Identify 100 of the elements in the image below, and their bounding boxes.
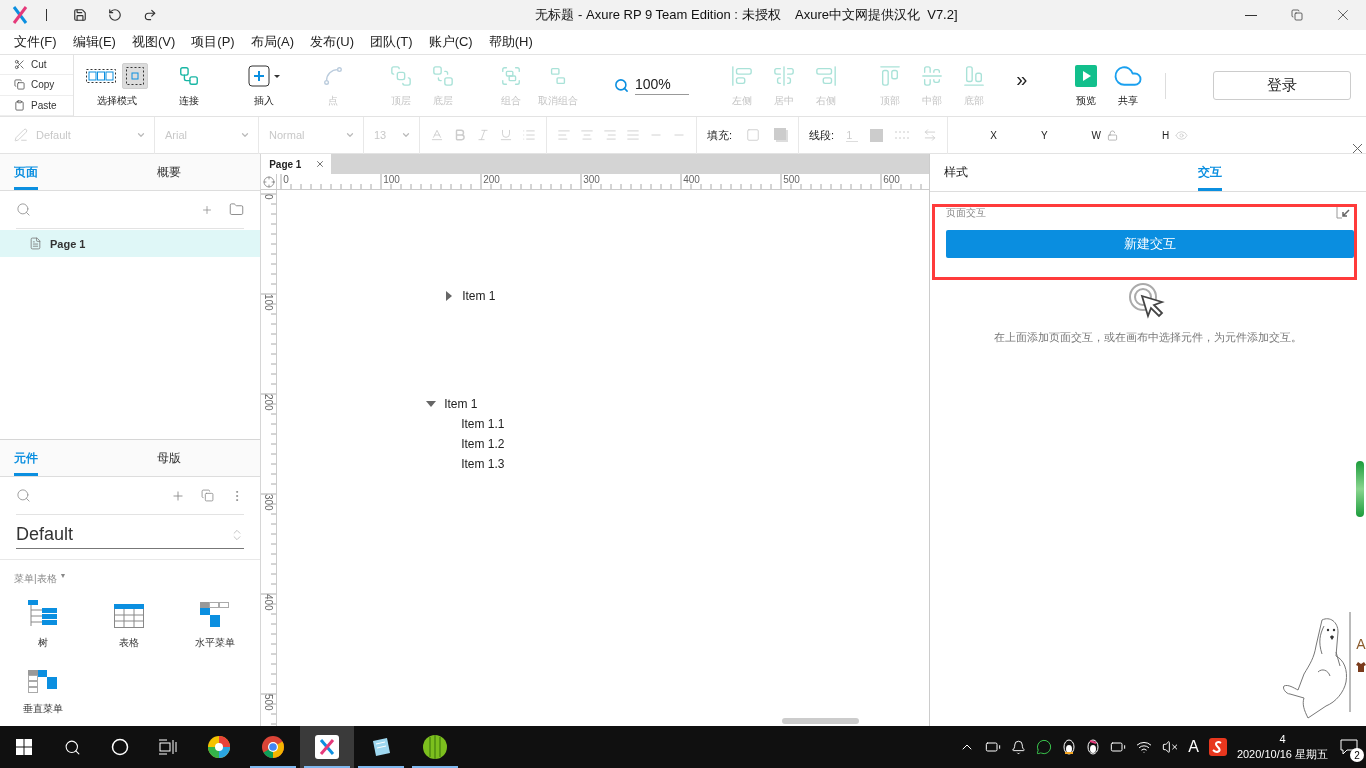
search-icon (63, 738, 81, 756)
menu-item[interactable]: 团队(T) (362, 33, 421, 51)
empty-hint: 在上面添加页面交互，或在画布中选择元件，为元件添加交互。 (993, 330, 1303, 345)
expanded-caret-icon[interactable] (426, 399, 437, 409)
copy-icon (14, 79, 25, 91)
bold-icon (453, 128, 467, 142)
menu-item[interactable]: 视图(V) (123, 33, 184, 51)
windows-logo-icon (16, 739, 32, 755)
input-method-indicator[interactable]: A (1188, 738, 1199, 756)
scroll-indicator (1356, 461, 1364, 517)
select-contained-icon (86, 66, 116, 85)
restore-icon (1291, 9, 1303, 21)
geometry-label: Y (1040, 129, 1048, 141)
scissors-icon (14, 59, 25, 71)
inspector-tab[interactable]: 交互 (1083, 154, 1366, 191)
search-icon (16, 202, 31, 217)
more-tools-button[interactable]: » (1004, 64, 1039, 107)
battery-icon (1110, 739, 1127, 755)
table-widget-icon (114, 604, 144, 628)
tree-widget-icon (28, 600, 58, 628)
library-select[interactable]: Default (16, 521, 245, 549)
insert-button[interactable]: 插入 (246, 59, 282, 112)
align-text-left-icon (557, 128, 571, 142)
share-button[interactable]: 共享 (1110, 59, 1145, 112)
align-bottom-icon (962, 64, 985, 87)
crosshair-icon (262, 175, 275, 188)
copy-button[interactable]: Copy (0, 75, 73, 96)
window-title: 无标题 - Axure RP 9 Team Edition : 未授权 Axure中文网提供汉化 V7.2] (534, 6, 959, 24)
page-item[interactable]: Page 1 (0, 230, 261, 257)
tree-node-label[interactable]: Item 1.2 (461, 437, 505, 451)
cut-button[interactable]: Cut (0, 55, 73, 76)
horizontal-scrollbar[interactable] (782, 718, 860, 724)
save-icon (73, 8, 87, 22)
penguin-icon (1086, 739, 1101, 755)
menu-item[interactable]: 发布(U) (302, 33, 363, 51)
document-tab[interactable]: Page 1 (261, 154, 332, 174)
clock[interactable]: 4 2020/10/16 星期五 (1236, 732, 1328, 762)
close-icon[interactable] (1353, 144, 1362, 153)
font-color-icon (430, 128, 444, 142)
clipboard-icon (14, 99, 25, 111)
ruler-label: 300 (263, 494, 275, 511)
widget-item[interactable]: 表格 (86, 598, 172, 650)
new-interaction-button[interactable]: 新建交互 (946, 230, 1354, 258)
underline-icon (499, 128, 513, 142)
menu-item[interactable]: 编辑(E) (64, 33, 124, 51)
browser-icon (261, 735, 285, 759)
panel-tab[interactable]: 母版 (117, 440, 261, 476)
undo-icon (108, 8, 122, 22)
widget-item[interactable]: 树 (0, 598, 86, 650)
collapse-icon[interactable] (1336, 207, 1350, 219)
select-mode-button[interactable]: 选择模式 (84, 59, 150, 112)
color-wheel-icon (207, 735, 231, 759)
eye-icon (1175, 128, 1189, 142)
tree-node-label[interactable]: Item 1.3 (461, 457, 505, 471)
insert-plus-icon (248, 64, 280, 87)
tree-node-label[interactable]: Item 1 (444, 397, 478, 411)
search-icon (16, 488, 31, 503)
menu-item[interactable]: 文件(F) (6, 33, 65, 51)
add-library-icon (171, 488, 186, 503)
bring-to-front-icon (390, 64, 412, 87)
align-text-center-icon (580, 128, 594, 142)
vertical-menu-icon (28, 670, 58, 694)
connector-icon (178, 64, 200, 87)
page-icon (29, 237, 42, 250)
preview-button[interactable]: 预览 (1068, 59, 1103, 112)
widget-item[interactable]: 水平菜单 (172, 598, 258, 650)
panel-tab[interactable]: 概要 (117, 154, 261, 190)
style-pen-icon (14, 128, 28, 142)
menu-item[interactable]: 布局(A) (242, 33, 302, 51)
spline-icon (322, 64, 344, 87)
circle-icon (111, 738, 129, 756)
redo-icon (143, 8, 157, 22)
ruler-label: 200 (483, 174, 500, 185)
taskbar-app[interactable] (300, 726, 354, 768)
inspector-tab[interactable]: 样式 (930, 154, 1083, 191)
menu-item[interactable]: 账户(C) (420, 33, 481, 51)
x-logo-icon (315, 735, 339, 759)
mute-icon (1162, 739, 1179, 755)
widget-item[interactable]: 垂直菜单 (0, 664, 86, 716)
bullet-list-icon (522, 128, 536, 142)
fill-label: 填充: (707, 127, 733, 143)
search-icon (614, 78, 629, 93)
caret-icon (240, 130, 250, 140)
paste-button[interactable]: Paste (0, 95, 73, 116)
library-stack-icon (201, 489, 215, 502)
menu-item[interactable]: 帮助(H) (480, 33, 541, 51)
melon-icon (422, 734, 448, 760)
tree-node-label[interactable]: Item 1.1 (461, 417, 505, 431)
shirt-icon (1356, 662, 1366, 672)
ruler-label: 200 (263, 394, 275, 411)
align-center-icon (772, 64, 795, 87)
tree-node-label[interactable]: Item 1 (462, 289, 496, 303)
zoom-field[interactable]: 100% (614, 76, 689, 95)
align-left-icon (730, 64, 753, 87)
menu-item[interactable]: 项目(P) (183, 33, 243, 51)
ruler-label: 0 (283, 174, 289, 185)
fill-swatch-icon (746, 128, 761, 142)
connect-button[interactable]: 连接 (172, 59, 206, 112)
login-button[interactable]: 登录 (1213, 71, 1351, 100)
ruler-label: 100 (383, 174, 400, 185)
